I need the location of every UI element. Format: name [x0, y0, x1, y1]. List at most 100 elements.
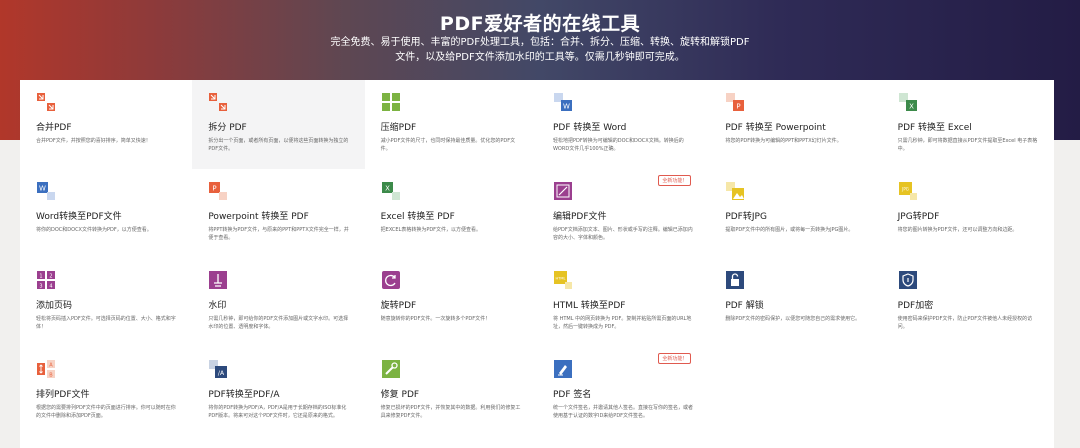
tool-title: PDF转换至PDF/A [208, 390, 280, 400]
tool-card[interactable]: P Powerpoint 转换至 PDF 将PPT转换为PDF文件，与原来的PPT和… [192, 169, 364, 258]
tool-title: Excel 转换至 PDF [380, 212, 455, 222]
tool-description: 只需几秒钟，即可将数据直接从PDF文件提取至Excel 电子表格中。 [897, 138, 1038, 152]
tool-card[interactable]: 拆分 PDF 拆分出一个页面，或者所有页面，以便将这些页面转换为独立的PDF文件。 [192, 80, 365, 169]
tool-title: 压缩PDF [380, 123, 417, 133]
tool-title: 拆分 PDF [208, 123, 247, 133]
tool-card[interactable]: PDF 签名统一个文件签名，并邀请其他人签名。直接在写你的签名，或者使用基于认证… [537, 347, 709, 436]
tool-description: 只需几秒钟，即可给你的PDF文件添加图片或文字水印。可选择水印的位置、透明度和字… [208, 316, 349, 330]
tool-description: 提取PDF文件中的所有图片，或将每一页转换为JPG图片。 [725, 227, 854, 233]
tool-title: JPG转PDF [897, 212, 940, 222]
tool-card[interactable]: 编辑PDF文件给PDF文档添加文本、图片、形状或手写的注释。编辑已添加内容的大小… [537, 169, 709, 258]
svg-text:JPG: JPG [901, 187, 909, 192]
tool-description: 轻松地把PDF转换为可编辑的DOC和DOCX文档。转换后的WORD文件几乎100… [552, 138, 684, 152]
tool-title: Word转换至PDF文件 [36, 212, 122, 222]
hero-subtitle: 完全免费、易于使用、丰富的PDF处理工具，包括：合并、拆分、压缩、转换、旋转和解… [330, 37, 750, 63]
tools-grid: 合并PDF 合并PDF文件，并按照您的喜好排序，简单又快速！ 拆分 PDF 拆分出一个… [20, 80, 1054, 436]
rotate-icon [381, 270, 401, 290]
tool-description: 给PDF文档添加文本、图片、形状或手写的注释。编辑已添加内容的大小、字体和颜色。 [552, 227, 693, 241]
protect-icon [898, 270, 918, 290]
tool-card[interactable]: X PDF 转换至 Excel 只需几秒钟，即可将数据直接从PDF文件提取至Exce… [882, 80, 1054, 169]
page-numbers-icon: 1 2 3 4 [36, 270, 56, 290]
tool-title: 合并PDF [36, 123, 72, 133]
tool-description: 根据您的需要排列PDF文件中的页面进行排序。你可以随时在你的文件中删除和添加PD… [36, 405, 176, 419]
svg-text:/A: /A [218, 370, 225, 377]
tool-title: PDF加密 [897, 301, 934, 311]
svg-text:P: P [213, 185, 217, 193]
word-to-pdf-icon: W [36, 181, 56, 201]
tool-description: 将 HTML 中的网页转换为 PDF。复制并粘贴所需页面的URL地址，然后一键转… [552, 316, 692, 330]
tool-title: HTML 转换至PDF [552, 301, 626, 311]
svg-text:A: A [49, 363, 53, 369]
tool-description: 统一个文件签名，并邀请其他人签名。直接在写你的签名，或者使用基于认证的数字ID来… [552, 405, 693, 419]
new-feature-badge: 全新功能！ [658, 175, 692, 186]
tool-description: 将你的DOC和DOCX文件转换为PDF，以方便查看。 [36, 227, 152, 233]
tool-card[interactable]: X Excel 转换至 PDF 把EXCEL表格转换为PDF文件，以方便查看。 [365, 169, 537, 258]
tool-card[interactable]: 合并PDF 合并PDF文件，并按照您的喜好排序，简单又快速！ [20, 80, 192, 169]
tool-card[interactable]: JPG JPG转PDF 将您的图片转换为PDF文件，还可以调整方向和边距。 [882, 169, 1054, 258]
tool-card[interactable]: PDF加密 使用密码来保护PDF文件，防止PDF文件被他人未经授权的访问。 [882, 258, 1054, 347]
tool-card[interactable]: 水印 只需几秒钟，即可给你的PDF文件添加图片或文字水印。可选择水印的位置、透明度… [192, 258, 364, 347]
tool-title: PDF 转换至 Word [552, 123, 627, 133]
tool-card[interactable]: 修复 PDF 修复已损坏的PDF文件，并恢复其中的数据。利用我们的修复工具来修复P… [365, 347, 537, 436]
pdf-to-word-icon: W [553, 92, 573, 112]
tool-title: 排列PDF文件 [36, 390, 90, 400]
svg-text:P: P [737, 103, 741, 111]
jpg-to-pdf-icon: JPG [898, 181, 918, 201]
svg-text:X: X [385, 185, 390, 193]
new-feature-badge: 全新功能！ [658, 353, 692, 364]
tool-description: 将PPT转换为PDF文件，与原来的PPT和PPTX文件完全一样，并便于查看。 [208, 227, 349, 241]
tool-title: PDF 转换至 Powerpoint [725, 123, 826, 133]
pdf-to-powerpoint-icon: P [725, 92, 745, 112]
tool-description: 将您的图片转换为PDF文件，还可以调整方向和边距。 [897, 227, 1018, 233]
hero-title: PDF爱好者的在线工具 [439, 13, 641, 35]
pdf-to-jpg-icon [725, 181, 745, 201]
tool-title: 编辑PDF文件 [552, 212, 607, 222]
tool-card[interactable]: 压缩PDF 减小PDF文件的尺寸，也同时保持最佳质量。优化您的PDF文件。 [365, 80, 537, 169]
tool-card[interactable]: PDF 解锁删除PDF文件的密码保护，以便您可随您自己的需求使用它。 [709, 258, 881, 347]
tool-card[interactable]: /A PDF转换至PDF/A 将你的PDF转换为PDF/A，PDF/A是用于长期存档… [192, 347, 364, 436]
svg-text:3: 3 [39, 284, 42, 290]
svg-text:2: 2 [49, 274, 52, 280]
tool-description: 修复已损坏的PDF文件，并恢复其中的数据。利用我们的修复工具来修复PDF文件。 [380, 405, 521, 419]
tool-card[interactable]: W PDF 转换至 Word 轻松地把PDF转换为可编辑的DOC和DOCX文档。转换… [537, 80, 709, 169]
excel-to-pdf-icon: X [381, 181, 401, 201]
svg-text:HTML: HTML [555, 277, 565, 281]
tool-card[interactable]: P PDF 转换至 Powerpoint 将您的PDF转换为可编辑的PPT和PPTX… [709, 80, 881, 169]
svg-text:W: W [563, 103, 570, 111]
html-to-pdf-icon: HTML [553, 270, 573, 290]
organize-icon: AB [36, 359, 56, 379]
unlock-icon [725, 270, 745, 290]
tools-panel: 合并PDF 合并PDF文件，并按照您的喜好排序，简单又快速！ 拆分 PDF 拆分出一个… [20, 80, 1054, 448]
tool-description: 把EXCEL表格转换为PDF文件，以方便查看。 [380, 227, 482, 233]
merge-icon [36, 92, 56, 112]
svg-text:X: X [909, 103, 914, 111]
tool-description: 删除PDF文件的密码保护，以便您可随您自己的需求使用它。 [725, 316, 861, 322]
repair-icon [381, 359, 401, 379]
tool-card[interactable]: W Word转换至PDF文件将你的DOC和DOCX文件转换为PDF，以方便查看。 [20, 169, 192, 258]
svg-text:1: 1 [39, 274, 42, 280]
tool-title: PDF 签名 [552, 390, 592, 400]
svg-text:W: W [39, 185, 46, 193]
tool-title: PDF转JPG [725, 212, 767, 222]
tool-title: 修复 PDF [380, 390, 420, 400]
tool-card[interactable]: 旋转PDF 随意旋转你的PDF文件。一次旋转多个PDF文件！ [365, 258, 537, 347]
tool-description: 将你的PDF转换为PDF/A，PDF/A是用于长期存档的ISO标准化PDF版本。… [208, 405, 347, 419]
tool-card[interactable]: 1 2 3 4 添加页码 轻松将页码插入PDF文件。可选择页码的位置、大小、格式和字体！ [20, 258, 192, 347]
tool-card[interactable]: HTML HTML 转换至PDF 将 HTML 中的网页转换为 PDF。复制并粘贴所… [537, 258, 709, 347]
svg-text:B: B [49, 373, 53, 379]
split-icon [208, 92, 228, 112]
tool-description: 将您的PDF转换为可编辑的PPT和PPTX幻灯片文件。 [725, 138, 842, 144]
tool-card[interactable]: A B 排列PDF文件根据您的需要排列PDF文件中的页面进行排序。你可以随时在你的文… [20, 347, 192, 436]
tool-description: 减小PDF文件的尺寸，也同时保持最佳质量。优化您的PDF文件。 [380, 138, 516, 152]
tool-title: Powerpoint 转换至 PDF [208, 212, 309, 222]
tool-description: 拆分出一个页面，或者所有页面，以便将这些页面转换为独立的PDF文件。 [208, 138, 349, 152]
tool-description: 合并PDF文件，并按照您的喜好排序，简单又快速！ [36, 138, 151, 144]
pdfa-icon: /A [208, 359, 228, 379]
tool-title: 添加页码 [36, 301, 73, 311]
pdf-to-excel-icon: X [898, 92, 918, 112]
tool-card[interactable]: PDF转JPG 提取PDF文件中的所有图片，或将每一页转换为JPG图片。 [709, 169, 881, 258]
tool-title: PDF 解锁 [725, 301, 764, 311]
powerpoint-to-pdf-icon: P [208, 181, 228, 201]
tool-description: 轻松将页码插入PDF文件。可选择页码的位置、大小、格式和字体！ [36, 316, 176, 330]
tool-description: 随意旋转你的PDF文件。一次旋转多个PDF文件！ [380, 316, 491, 322]
